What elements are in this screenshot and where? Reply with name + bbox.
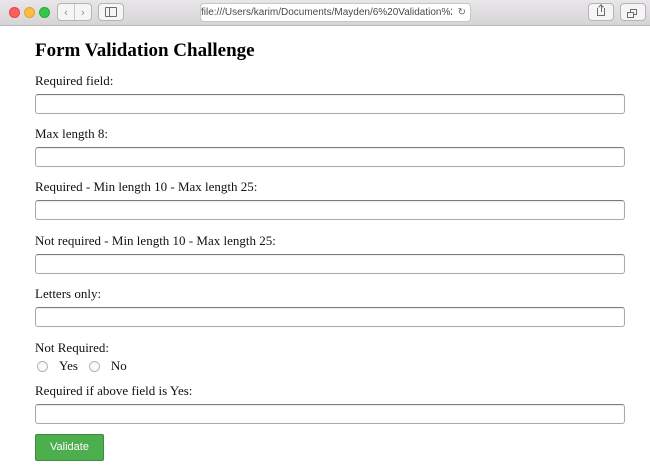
minimize-window-button[interactable] — [24, 7, 35, 18]
validate-button[interactable]: Validate — [35, 434, 104, 461]
tabs-overview-button[interactable] — [620, 3, 646, 21]
sidebar-icon — [105, 7, 117, 17]
address-bar[interactable]: file:///Users/karim/Documents/Mayden/6%2… — [200, 3, 471, 22]
conditional-field-input[interactable] — [35, 404, 625, 424]
zoom-window-button[interactable] — [39, 7, 50, 18]
required-min-max-input[interactable] — [35, 200, 625, 220]
letters-only-label: Letters only: — [35, 286, 102, 301]
required-field-input[interactable] — [35, 94, 625, 114]
share-button[interactable] — [588, 3, 614, 21]
not-required-min-max-input[interactable] — [35, 254, 625, 274]
reload-icon[interactable]: ↻ — [458, 6, 466, 19]
conditional-field-label: Required if above field is Yes: — [35, 383, 193, 398]
letters-only-input[interactable] — [35, 307, 625, 327]
close-window-button[interactable] — [9, 7, 20, 18]
chevron-right-icon[interactable]: › — [74, 4, 91, 20]
history-nav: ‹ › — [57, 3, 92, 21]
not-required-min-max-label: Not required - Min length 10 - Max lengt… — [35, 233, 276, 248]
tabs-icon — [627, 9, 637, 18]
share-icon — [597, 5, 605, 16]
browser-toolbar: ‹ › file:///Users/karim/Documents/Mayden… — [0, 0, 650, 26]
no-radio-label[interactable]: No — [111, 358, 127, 374]
chevron-left-icon[interactable]: ‹ — [58, 4, 74, 20]
max-length-label: Max length 8: — [35, 126, 108, 141]
sidebar-toggle-button[interactable] — [98, 3, 124, 21]
yes-no-radio-group: Yes No — [35, 358, 127, 374]
required-min-max-label: Required - Min length 10 - Max length 25… — [35, 179, 258, 194]
required-field-label: Required field: — [35, 73, 114, 88]
yes-radio[interactable] — [37, 360, 48, 372]
not-required-radio-label: Not Required: — [35, 340, 110, 355]
max-length-input[interactable] — [35, 147, 625, 167]
yes-radio-label[interactable]: Yes — [59, 358, 78, 374]
page-title: Form Validation Challenge — [35, 40, 255, 61]
url-text: file:///Users/karim/Documents/Mayden/6%2… — [201, 7, 452, 18]
no-radio[interactable] — [88, 360, 100, 372]
